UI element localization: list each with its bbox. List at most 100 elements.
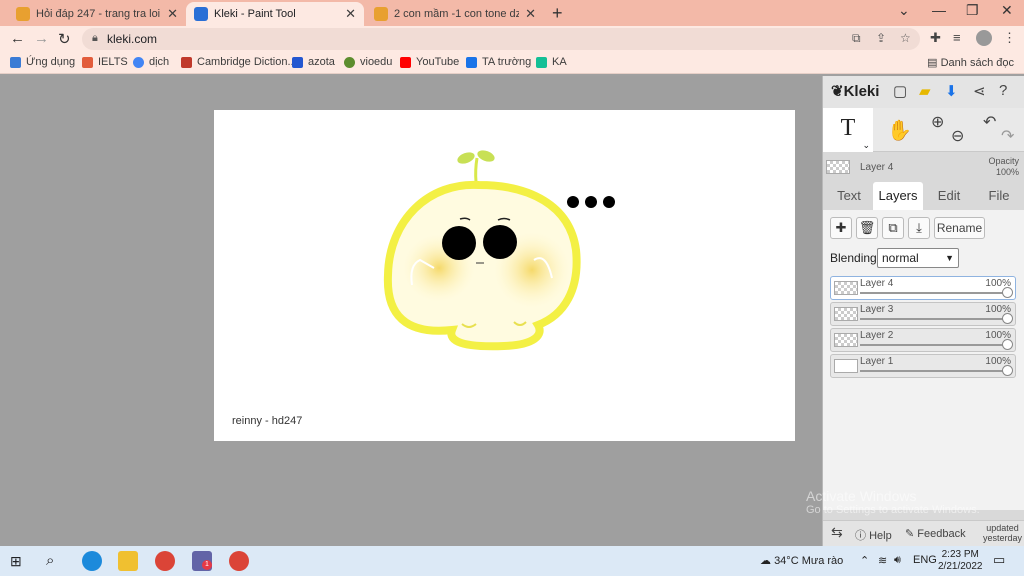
current-layer-indicator[interactable]: Layer 4 Opacity 100% (823, 152, 1024, 182)
bookmark-azota[interactable]: azota (292, 56, 335, 68)
chrome-active-icon[interactable] (229, 551, 249, 571)
notification-center-icon[interactable]: ▭ (993, 552, 1005, 568)
bookmark-youtube[interactable]: YouTube (400, 56, 459, 68)
close-icon[interactable]: ✕ (167, 6, 178, 22)
extensions-puzzle-icon[interactable]: ✚ (930, 30, 941, 46)
share-icon[interactable]: ⇪ (876, 31, 886, 45)
canvas-workspace[interactable]: reinny - hd247 (0, 76, 822, 546)
bookmark-ka[interactable]: KA (536, 56, 567, 68)
bookmark-ielts[interactable]: IELTS (82, 56, 128, 68)
tab-con-mam[interactable]: 2 con mầm -1 con tone dzàng,1 ✕ (366, 2, 544, 26)
bookmark-dich[interactable]: dịch (133, 56, 169, 68)
merge-layer-icon[interactable]: ⤓ (908, 217, 930, 239)
close-icon[interactable]: ✕ (525, 6, 536, 22)
opacity-slider-knob[interactable] (1002, 365, 1013, 376)
zoom-in-icon[interactable]: ⊕ (931, 112, 944, 132)
download-icon[interactable]: ⬇ (945, 82, 958, 100)
tray-chevron-icon[interactable]: ⌃ (860, 554, 869, 567)
zoom-out-icon[interactable]: ⊖ (951, 126, 964, 146)
restore-icon[interactable]: ❐ (966, 2, 979, 19)
opacity-slider-knob[interactable] (1002, 287, 1013, 298)
feedback-link[interactable]: ✎ Feedback (905, 527, 966, 540)
kleki-logo[interactable]: ❦Kleki (831, 82, 879, 100)
redo-icon[interactable]: ↷ (1001, 126, 1014, 146)
volume-icon[interactable]: 🔊︎ (894, 554, 901, 567)
weather-widget[interactable]: ☁ 34°C Mưa rào (760, 554, 843, 567)
bookmark-ta-truong[interactable]: TA trường (466, 56, 531, 68)
ta-truong-icon (466, 56, 477, 68)
help-circle-icon[interactable]: ? (999, 82, 1007, 99)
opacity-slider-track[interactable] (860, 370, 1005, 372)
updated-label: updated (986, 523, 1019, 533)
windows-start-icon[interactable]: ⊞ (10, 553, 30, 573)
updated-link[interactable]: updated yesterday (983, 523, 1022, 543)
rename-button[interactable]: Rename (934, 217, 985, 239)
text-tool-button[interactable]: T ⌄ (823, 108, 873, 152)
opacity-slider-track[interactable] (860, 344, 1005, 346)
delete-layer-icon[interactable]: 🗑︎ (856, 217, 878, 239)
close-icon[interactable]: ✕ (345, 6, 356, 22)
opacity-slider-knob[interactable] (1002, 339, 1013, 350)
wifi-icon[interactable]: ≋ (878, 554, 887, 567)
address-bar[interactable]: 🔒︎ kleki.com ⧉ ⇪ ☆ (82, 28, 920, 50)
opacity-value: 100% (995, 167, 1019, 177)
input-language[interactable]: ENG (913, 554, 937, 566)
share-icon[interactable]: ⋖ (973, 82, 986, 100)
undo-icon[interactable]: ↶ (983, 112, 996, 132)
taskbar-clock[interactable]: 2:23 PM 2/21/2022 (938, 549, 983, 573)
lock-icon[interactable]: 🔒︎ (92, 32, 98, 45)
translate-icon[interactable]: ⧉ (852, 31, 861, 46)
tab-search-chevron-icon[interactable]: ⌄ (898, 2, 910, 19)
bookmark-label: YouTube (416, 56, 460, 68)
tab-layers[interactable]: Layers (873, 182, 923, 210)
opacity-slider-track[interactable] (860, 318, 1005, 320)
activate-windows-watermark: Activate Windows Go to Settings to activ… (806, 488, 980, 516)
duplicate-layer-icon[interactable]: ⧉ (882, 217, 904, 239)
tab-hoidap[interactable]: Hỏi đáp 247 - trang tra loi ✕ (8, 2, 186, 26)
hand-tool-icon[interactable]: ✋ (887, 118, 912, 143)
vioedu-icon (344, 56, 355, 68)
bookmark-vioedu[interactable]: vioedu (344, 56, 392, 68)
close-window-icon[interactable]: ✕ (1001, 2, 1013, 19)
layer-row[interactable]: Layer 4 100% (830, 276, 1016, 300)
minimize-icon[interactable]: — (932, 2, 946, 18)
chevron-down-icon[interactable]: ⌄ (862, 140, 870, 151)
blending-select[interactable]: normal ▼ (877, 248, 959, 268)
opacity-slider-track[interactable] (860, 292, 1005, 294)
tab-text[interactable]: Text (827, 182, 871, 210)
new-image-icon[interactable]: ▢ (893, 82, 907, 100)
bookmark-apps[interactable]: Ứng dụng (10, 56, 75, 68)
layer-row[interactable]: Layer 1 100% (830, 354, 1016, 378)
reading-list-icon[interactable]: ≡ (953, 30, 961, 45)
drawing-canvas[interactable]: reinny - hd247 (214, 110, 795, 441)
open-folder-icon[interactable]: ▰ (919, 82, 931, 100)
new-tab-plus-icon[interactable]: + (552, 3, 563, 24)
browser-tab-strip: Hỏi đáp 247 - trang tra loi ✕ Kleki - Pa… (0, 0, 1024, 26)
opacity-slider-knob[interactable] (1002, 313, 1013, 324)
search-icon[interactable]: ⌕ (46, 552, 66, 572)
bookmark-cambridge[interactable]: Cambridge Diction... (181, 56, 297, 68)
swap-panel-icon[interactable]: ⇆ (831, 524, 843, 541)
forward-arrow-icon[interactable]: → (34, 30, 49, 47)
tab-file[interactable]: File (977, 182, 1021, 210)
reading-list-link[interactable]: ▤ Danh sách đọc (927, 56, 1014, 69)
back-arrow-icon[interactable]: ← (10, 30, 25, 47)
artist-signature: reinny - hd247 (232, 415, 303, 427)
edge-browser-icon[interactable] (82, 551, 102, 571)
profile-avatar[interactable] (976, 30, 992, 46)
blending-label: Blending (830, 251, 877, 265)
menu-kebab-icon[interactable]: ⋮ (1003, 30, 1016, 46)
file-explorer-icon[interactable] (118, 551, 138, 571)
layer-row[interactable]: Layer 3 100% (830, 302, 1016, 326)
url-text[interactable]: kleki.com (107, 32, 157, 46)
add-layer-icon[interactable]: ✚ (830, 217, 852, 239)
bookmark-star-icon[interactable]: ☆ (900, 31, 911, 45)
chrome-icon[interactable] (155, 551, 175, 571)
help-link[interactable]: ⓘ Help (855, 527, 892, 543)
tab-kleki[interactable]: Kleki - Paint Tool ✕ (186, 2, 364, 26)
layer-row[interactable]: Layer 2 100% (830, 328, 1016, 352)
opacity-readout: Opacity 100% (988, 156, 1019, 178)
clock-time: 2:23 PM (941, 549, 979, 560)
tab-edit[interactable]: Edit (927, 182, 971, 210)
reload-icon[interactable]: ↻ (58, 30, 71, 48)
